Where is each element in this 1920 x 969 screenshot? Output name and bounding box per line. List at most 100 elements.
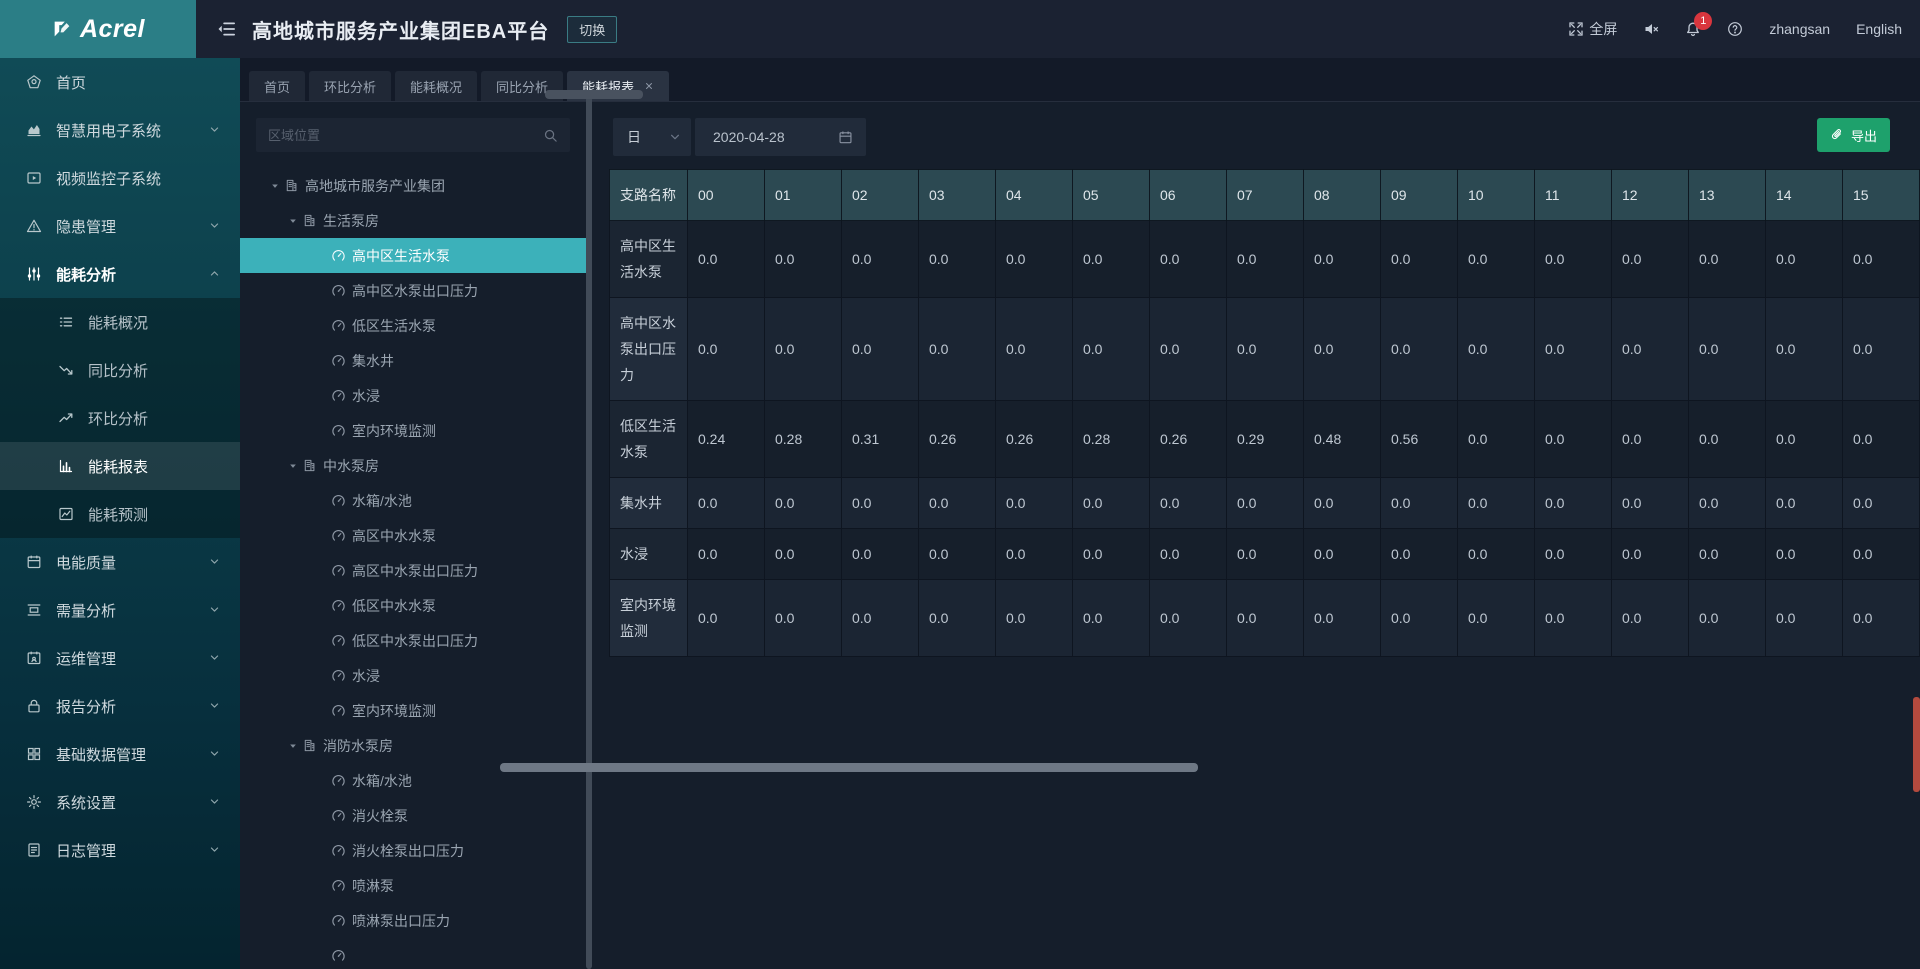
caret-down-icon[interactable] [266,181,284,191]
sidebar-item-energy-report[interactable]: 能耗报表 [0,442,240,490]
tree-node[interactable]: 消防水泵房 [240,728,586,763]
caret-down-icon[interactable] [284,461,302,471]
sidebar-item-energy-forecast[interactable]: 能耗预测 [0,490,240,538]
building-icon [284,178,299,193]
gauge-icon [331,703,346,718]
tab-mom-analysis[interactable]: 环比分析 [309,71,391,101]
chevron-down-icon [669,131,681,143]
username[interactable]: zhangsan [1769,21,1830,37]
caret-down-icon[interactable] [284,741,302,751]
tab-energy-overview[interactable]: 能耗概况 [395,71,477,101]
sidebar-item-smart-power[interactable]: 智慧用电子系统 [0,106,240,154]
sidebar-item-system-settings[interactable]: 系统设置 [0,778,240,826]
tab-label: 同比分析 [496,77,548,96]
caret-down-icon[interactable] [284,216,302,226]
row-label: 集水井 [610,478,688,529]
video-icon [26,170,42,186]
tree-node[interactable]: 消火栓泵 [240,798,586,833]
tree-node[interactable]: 高中区生活水泵 [240,238,586,273]
tree-node-label: 喷淋泵 [352,876,394,896]
menu-label: 系统设置 [56,792,116,813]
row-label: 室内环境监测 [610,580,688,657]
tab-home[interactable]: 首页 [249,71,305,101]
chevron-down-icon [209,842,220,859]
close-icon[interactable] [644,79,654,94]
sidebar-item-ops-management[interactable]: 运维管理 [0,634,240,682]
menu-label: 隐患管理 [56,216,116,237]
tree-node[interactable]: 水浸 [240,378,586,413]
table-cell: 0.0 [919,478,996,529]
table-cell: 0.0 [996,298,1073,401]
tree-node-label: 集水井 [352,351,394,371]
table-cell: 0.0 [1381,580,1458,657]
tree-node[interactable]: 喷淋泵出口压力 [240,903,586,938]
horizontal-scrollbar[interactable] [500,763,1198,772]
gauge-icon [331,773,346,788]
tabbar-scroll-handle[interactable] [545,90,643,99]
search-icon[interactable] [543,128,558,143]
column-header: 06 [1150,170,1227,221]
table-cell: 0.0 [1689,401,1766,478]
sidebar-item-mom-analysis[interactable]: 环比分析 [0,394,240,442]
tree-node[interactable]: 室内环境监测 [240,413,586,448]
tree-node[interactable]: 高区中水泵出口压力 [240,553,586,588]
sidebar-item-power-quality[interactable]: 电能质量 [0,538,240,586]
tree-node[interactable]: 水箱/水池 [240,483,586,518]
tree-node[interactable]: 低区中水泵出口压力 [240,623,586,658]
gauge-icon [331,493,346,508]
tree-node[interactable]: 室内环境监测 [240,693,586,728]
help-button[interactable] [1727,21,1743,37]
sidebar-item-video-monitor[interactable]: 视频监控子系统 [0,154,240,202]
sidebar-item-energy-overview[interactable]: 能耗概况 [0,298,240,346]
menu-label: 首页 [56,72,86,93]
tree-node[interactable]: 生活泵房 [240,203,586,238]
sidebar-item-energy-analysis[interactable]: 能耗分析 [0,250,240,298]
ops-icon [26,650,42,666]
tree-node[interactable]: 高地城市服务产业集团 [240,168,586,203]
tree-node[interactable]: 低区中水水泵 [240,588,586,623]
tree-node[interactable]: 喷淋泵 [240,868,586,903]
tree-node-label: 水箱/水池 [352,771,412,791]
collapse-menu-icon[interactable] [216,19,236,39]
table-cell: 0.0 [1612,221,1689,298]
table-cell: 0.0 [1458,298,1535,401]
date-value: 2020-04-28 [713,129,785,145]
sidebar-item-demand-analysis[interactable]: 需量分析 [0,586,240,634]
search-input[interactable] [268,128,543,143]
tree-node[interactable]: 高中区水泵出口压力 [240,273,586,308]
tree-node[interactable]: 中水泵房 [240,448,586,483]
switch-button[interactable]: 切换 [567,16,617,43]
tree-search-box[interactable] [256,118,570,152]
period-value: 日 [627,127,641,147]
tree-node[interactable]: 集水井 [240,343,586,378]
sidebar-item-report-analysis[interactable]: 报告分析 [0,682,240,730]
fullscreen-button[interactable]: 全屏 [1568,19,1617,39]
notifications-button[interactable]: 1 [1685,21,1701,37]
vertical-scrollbar-thumb[interactable] [1913,697,1920,792]
date-picker[interactable]: 2020-04-28 [695,118,866,156]
sidebar-item-hazard[interactable]: 隐患管理 [0,202,240,250]
tree-node[interactable]: 高区中水水泵 [240,518,586,553]
export-button[interactable]: 导出 [1817,118,1890,152]
tree-scrollbar[interactable] [586,96,592,969]
gauge-icon [331,843,346,858]
sidebar-item-log-management[interactable]: 日志管理 [0,826,240,874]
column-header: 09 [1381,170,1458,221]
column-header: 03 [919,170,996,221]
gear-icon [26,794,42,810]
tree-node[interactable]: 消火栓泵出口压力 [240,833,586,868]
gauge-icon [331,248,346,263]
period-select[interactable]: 日 [613,118,691,156]
report-toolbar: 日 2020-04-28 导出 [592,102,1920,156]
tree-node[interactable]: 水浸 [240,658,586,693]
tree-node[interactable]: 低区生活水泵 [240,308,586,343]
line-box-icon [58,506,74,522]
sidebar-item-base-data[interactable]: 基础数据管理 [0,730,240,778]
mute-button[interactable] [1643,21,1659,37]
table-cell: 0.0 [1535,401,1612,478]
language-switch[interactable]: English [1856,21,1902,37]
sidebar-item-yoy-analysis[interactable]: 同比分析 [0,346,240,394]
tree-node[interactable] [240,938,586,969]
gauge-icon [331,668,346,683]
sidebar-item-home[interactable]: 首页 [0,58,240,106]
